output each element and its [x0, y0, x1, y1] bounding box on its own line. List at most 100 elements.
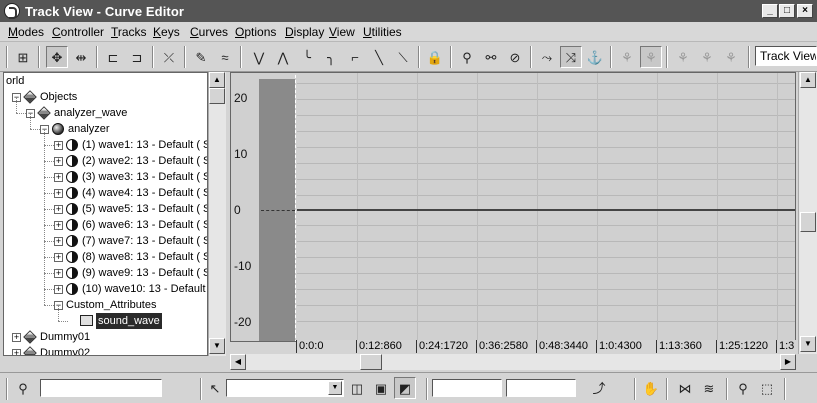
tangent-auto-icon[interactable]: ⋁: [248, 46, 270, 68]
zoom-value-extents-icon[interactable]: ≋: [698, 377, 720, 399]
scroll-right-arrow-icon[interactable]: ▶: [780, 354, 796, 370]
key-stats-icon[interactable]: ⤴: [588, 377, 610, 399]
graph-vertical-scrollbar[interactable]: ▲ ▼: [798, 72, 817, 354]
add-keys-icon[interactable]: ⤫: [158, 46, 180, 68]
expand-icon[interactable]: +: [54, 253, 63, 262]
zoom-horizontal-extents-icon[interactable]: ⋈: [674, 377, 696, 399]
tree-node[interactable]: − Custom_Attributes: [4, 289, 207, 313]
dropdown-arrow-icon[interactable]: ▼: [328, 381, 342, 395]
parameter-curve-icon[interactable]: ⚯: [480, 46, 502, 68]
biped-x-icon[interactable]: ⚘: [672, 46, 694, 68]
sound-wave-curve[interactable]: [297, 209, 795, 211]
tangent-smooth-icon[interactable]: ⟍: [392, 46, 414, 68]
tangent-linear-icon[interactable]: ╲: [368, 46, 390, 68]
tree-node[interactable]: − analyzer_wave: [4, 97, 207, 121]
filter-animated-tracks-icon[interactable]: ◩: [394, 377, 416, 399]
tree-node[interactable]: + Dummy02: [4, 345, 207, 355]
curve-graph[interactable]: 20 10 0 -10 -20: [230, 72, 796, 342]
zoom-icon[interactable]: ⚲: [732, 377, 754, 399]
expand-icon[interactable]: +: [54, 189, 63, 198]
menu-utilities[interactable]: Utilities: [363, 25, 402, 39]
horizontal-scroll-thumb[interactable]: [360, 354, 382, 370]
tree-scroll-thumb[interactable]: [209, 88, 225, 104]
time-slider-marker[interactable]: [295, 75, 297, 341]
biped-figure-icon[interactable]: ⚘: [616, 46, 638, 68]
track-name-dropdown[interactable]: ▼: [226, 379, 344, 397]
biped-y-icon[interactable]: ⚘: [696, 46, 718, 68]
tree-node[interactable]: − Objects: [4, 89, 207, 105]
expand-icon[interactable]: +: [54, 205, 63, 214]
graph-scroll-thumb[interactable]: [800, 212, 816, 232]
tree-node[interactable]: sound_wave: [4, 305, 207, 329]
maximize-button[interactable]: □: [779, 4, 795, 18]
app-logo-icon[interactable]: [4, 3, 20, 19]
menu-tracks[interactable]: Tracks: [111, 25, 147, 39]
scroll-left-arrow-icon[interactable]: ◀: [230, 354, 246, 370]
tree-node[interactable]: + (8) wave8: 13 - Default ( St: [4, 241, 207, 265]
zoom-selected-object-icon[interactable]: ⚲: [12, 377, 34, 399]
zoom-region-icon[interactable]: ⬚: [756, 377, 778, 399]
menu-display[interactable]: Display: [285, 25, 324, 39]
expand-icon[interactable]: +: [12, 349, 21, 355]
filter-selected-objects-icon[interactable]: ▣: [370, 377, 392, 399]
show-tangents-icon[interactable]: ⚓: [584, 46, 606, 68]
tree-node[interactable]: + (5) wave5: 13 - Default ( St: [4, 193, 207, 217]
tree-node[interactable]: + (2) wave2: 13 - Default ( St: [4, 145, 207, 169]
tree-node[interactable]: + (10) wave10: 13 - Default (: [4, 273, 207, 297]
graph-horizontal-scrollbar[interactable]: ◀ ▶: [230, 354, 796, 370]
tree-node[interactable]: + (3) wave3: 13 - Default ( St: [4, 161, 207, 185]
expand-icon[interactable]: +: [54, 157, 63, 166]
menu-controller[interactable]: Controller: [52, 25, 104, 39]
tangent-custom-icon[interactable]: ⋀: [272, 46, 294, 68]
expand-icon[interactable]: +: [54, 221, 63, 230]
tree-node[interactable]: + (1) wave1: 13 - Default ( St: [4, 129, 207, 153]
scale-keys-icon[interactable]: ⊏: [102, 46, 124, 68]
track-view-name-field[interactable]: Track View - Curve Editor: [755, 46, 817, 66]
tree-node[interactable]: orld: [4, 73, 207, 89]
menu-options[interactable]: Options: [235, 25, 276, 39]
tree-node[interactable]: + (4) wave4: 13 - Default ( St: [4, 177, 207, 201]
expand-icon[interactable]: +: [12, 333, 21, 342]
tree-node[interactable]: + (7) wave7: 13 - Default ( St: [4, 225, 207, 249]
filter-icon[interactable]: ⊞: [12, 46, 34, 68]
scale-values-icon[interactable]: ⊐: [126, 46, 148, 68]
draw-curves-icon[interactable]: ✎: [190, 46, 212, 68]
slide-keys-icon[interactable]: ⇹: [70, 46, 92, 68]
tangent-fast-icon[interactable]: ╰: [296, 46, 318, 68]
tree-node[interactable]: + (6) wave6: 13 - Default ( St: [4, 209, 207, 233]
menu-curves[interactable]: Curves: [190, 25, 228, 39]
multiplier-curve-icon[interactable]: ⤨: [560, 46, 582, 68]
tangent-slow-icon[interactable]: ╮: [320, 46, 342, 68]
selected-object-name-field[interactable]: [40, 379, 162, 397]
time-ruler[interactable]: 0:0:0 0:12:860 0:24:1720 0:36:2580 0:48:…: [296, 340, 796, 354]
select-by-name-icon[interactable]: ↖: [204, 377, 226, 399]
filter-selected-tracks-icon[interactable]: ◫: [346, 377, 368, 399]
expand-icon[interactable]: +: [54, 269, 63, 278]
key-value-field[interactable]: [506, 379, 576, 397]
expand-icon[interactable]: +: [54, 237, 63, 246]
lock-selection-icon[interactable]: 🔒: [424, 46, 446, 68]
scroll-up-arrow-icon[interactable]: ▲: [209, 72, 225, 88]
expand-icon[interactable]: +: [54, 173, 63, 182]
tree-node[interactable]: + (9) wave9: 13 - Default ( St: [4, 257, 207, 281]
reduce-keys-icon[interactable]: ≈: [214, 46, 236, 68]
show-keyable-icon[interactable]: ⊘: [504, 46, 526, 68]
scroll-down-arrow-icon[interactable]: ▼: [800, 336, 816, 352]
biped-motion-icon[interactable]: ⚘: [640, 46, 662, 68]
tree-vertical-scrollbar[interactable]: ▲ ▼: [208, 72, 226, 356]
key-time-field[interactable]: [432, 379, 502, 397]
expand-icon[interactable]: +: [54, 285, 63, 294]
scroll-down-arrow-icon[interactable]: ▼: [209, 338, 225, 354]
tree-node[interactable]: + Dummy01: [4, 329, 207, 345]
tree-node[interactable]: − analyzer: [4, 113, 207, 137]
minimize-button[interactable]: _: [762, 4, 778, 18]
menu-modes[interactable]: Modes: [8, 25, 44, 39]
tangent-step-icon[interactable]: ⌐: [344, 46, 366, 68]
pan-hand-icon[interactable]: ✋: [640, 377, 662, 399]
close-button[interactable]: ×: [797, 4, 813, 18]
scroll-up-arrow-icon[interactable]: ▲: [800, 72, 816, 88]
expand-icon[interactable]: +: [54, 141, 63, 150]
menu-keys[interactable]: Keys: [153, 25, 180, 39]
snap-frames-icon[interactable]: ⚲: [456, 46, 478, 68]
ease-curve-icon[interactable]: ⤳: [536, 46, 558, 68]
